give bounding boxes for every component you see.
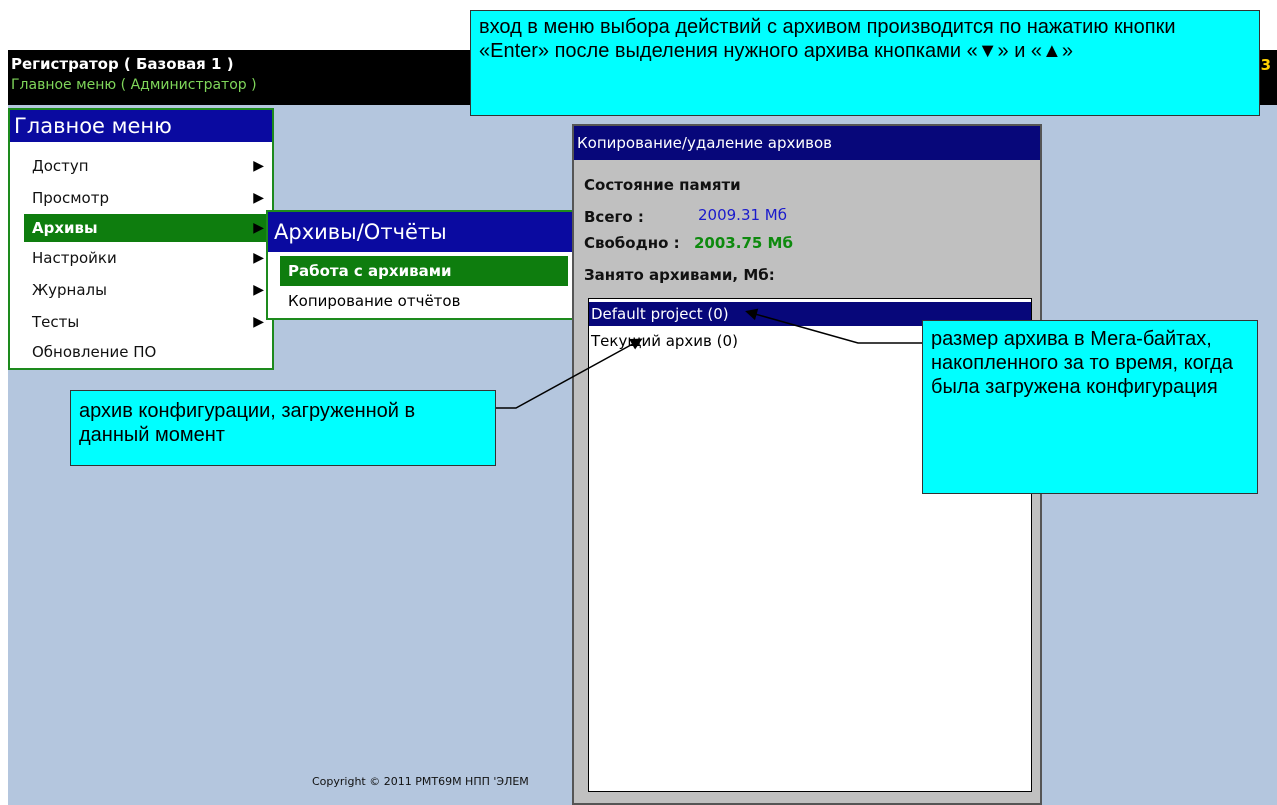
menu-item-access[interactable]: Доступ ▶ [24,152,272,180]
menu-item-tests[interactable]: Тесты ▶ [24,308,272,336]
submenu-item-work-with-archives[interactable]: Работа с архивами [280,256,568,286]
archives-submenu: Архивы/Отчёты Работа с архивами Копирова… [266,210,576,320]
memory-state-heading: Состояние памяти [584,176,741,194]
submenu-title: Архивы/Отчёты [268,212,574,252]
total-value: 2009.31 Мб [698,206,787,224]
total-label: Всего : [584,208,644,226]
copyright-text: Copyright © 2011 РМТ69М НПП 'ЭЛЕМ [312,775,529,788]
submenu-arrow-icon: ▶ [253,314,264,330]
submenu-arrow-icon: ▶ [253,220,264,236]
submenu-arrow-icon: ▶ [253,282,264,298]
main-menu: Главное меню Доступ ▶ Просмотр ▶ Архивы … [8,108,274,370]
occupied-label: Занято архивами, Мб: [584,266,775,284]
dialog-title: Копирование/удаление архивов [574,126,1040,160]
menu-item-view[interactable]: Просмотр ▶ [24,184,272,212]
menu-item-label: Журналы [32,281,107,299]
callout-enter-hint: вход в меню выбора действий с архивом пр… [470,10,1260,116]
submenu-item-copy-reports[interactable]: Копирование отчётов [280,286,568,316]
menu-item-label: Архивы [32,219,98,237]
submenu-arrow-icon: ▶ [253,190,264,206]
callout-current-archive: архив конфигурации, загруженной в данный… [70,390,496,466]
menu-item-label: Тесты [32,313,80,331]
callout-archive-size: размер архива в Мега-байтах, накопленног… [922,320,1258,494]
device-title: Регистратор ( Базовая 1 ) [11,55,234,73]
menu-item-archives[interactable]: Архивы ▶ [24,214,272,242]
menu-item-label: Доступ [32,157,89,175]
free-value: 2003.75 Мб [694,234,793,252]
menu-item-label: Просмотр [32,189,109,207]
menu-item-label: Настройки [32,249,117,267]
menu-item-label: Обновление ПО [32,343,157,361]
menu-item-journals[interactable]: Журналы ▶ [24,276,272,304]
menu-item-settings[interactable]: Настройки ▶ [24,244,272,272]
menu-item-firmware-update[interactable]: Обновление ПО [24,338,272,366]
current-mode: Главное меню ( Администратор ) [11,77,257,93]
submenu-arrow-icon: ▶ [253,250,264,266]
submenu-arrow-icon: ▶ [253,158,264,174]
free-label: Свободно : [584,234,680,252]
status-indicator: 3 [1260,56,1271,74]
main-menu-title: Главное меню [10,110,272,142]
